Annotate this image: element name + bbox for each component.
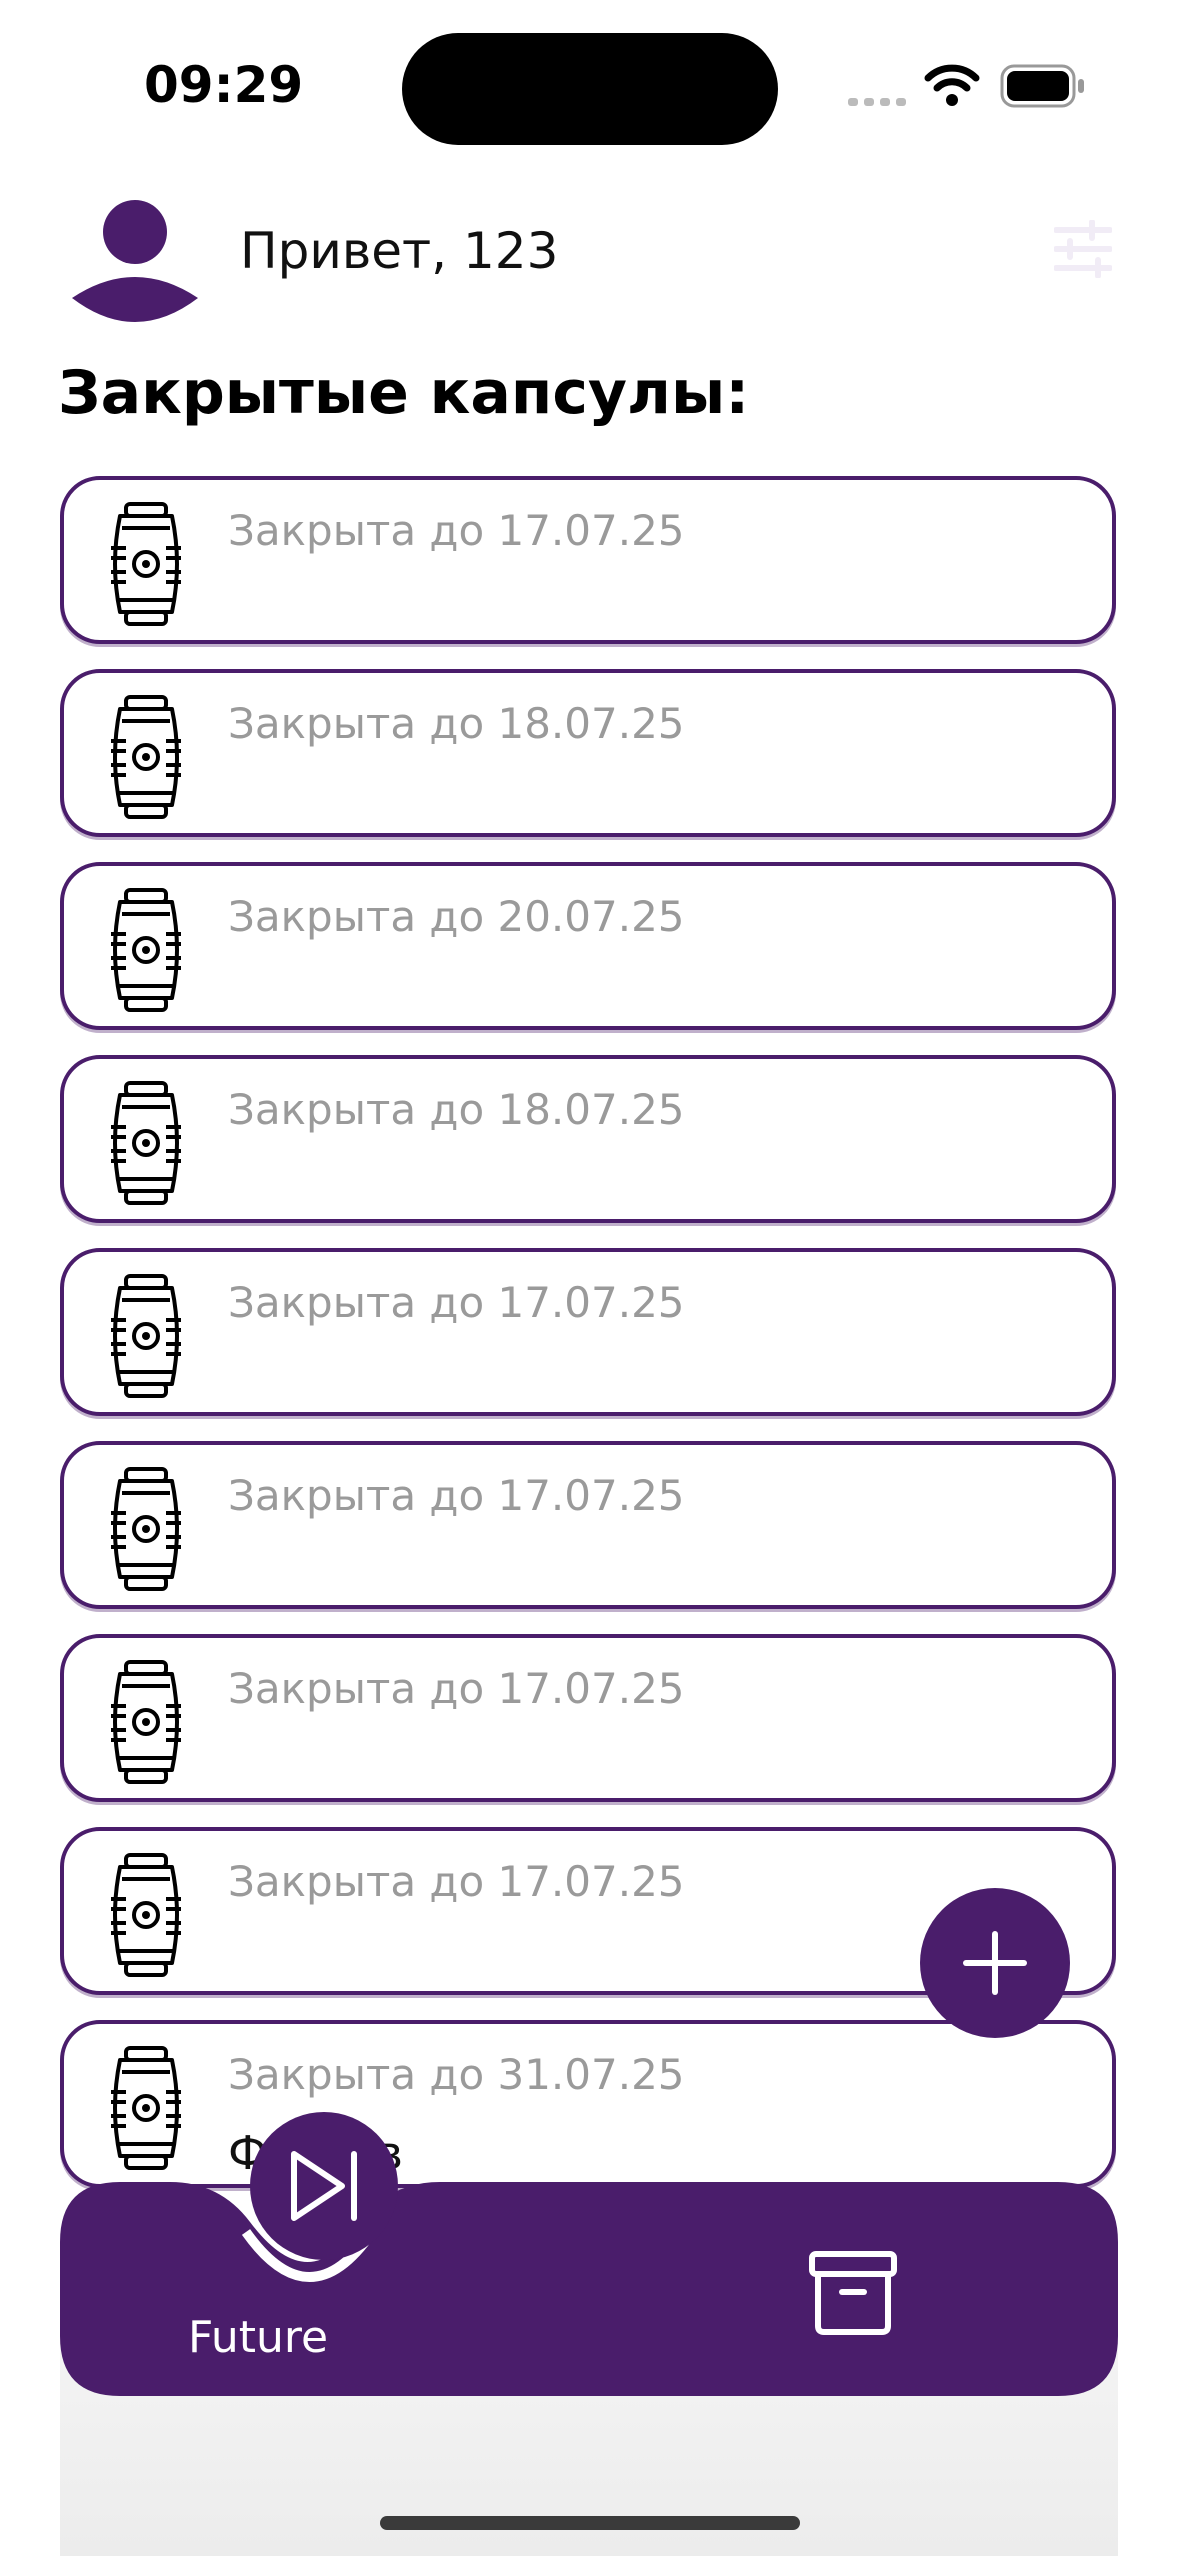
battery-icon [1000,64,1084,108]
lantern-icon [111,1467,181,1591]
capsule-date-label: Закрыта до 17.07.25 [228,1471,685,1520]
home-indicator [380,2516,800,2530]
dynamic-island [402,33,778,145]
capsule-date-label: Закрыта до 20.07.25 [228,892,685,941]
capsule-date-label: Закрыта до 17.07.25 [228,1664,685,1713]
capsule-date-label: Закрыта до 17.07.25 [228,506,685,555]
capsule-card[interactable]: Закрыта до 31.07.25 Фо...ыв [60,2020,1116,2188]
archive-icon[interactable] [808,2248,898,2338]
tab-future[interactable] [250,2112,398,2260]
lantern-icon [111,1853,181,1977]
capsule-card[interactable]: Закрыта до 18.07.25 [60,1055,1116,1223]
plus-icon [963,1931,1027,1995]
capsule-date-label: Закрыта до 18.07.25 [228,1085,685,1134]
avatar[interactable] [70,198,200,330]
cellular-signal-icon [848,98,906,106]
capsule-card[interactable]: Закрыта до 17.07.25 [60,476,1116,644]
wifi-icon [924,64,980,106]
lantern-icon [111,1274,181,1398]
capsule-date-label: Закрыта до 31.07.25 [228,2050,685,2099]
capsule-card[interactable]: Закрыта до 17.07.25 [60,1634,1116,1802]
lantern-icon [111,1660,181,1784]
capsule-card[interactable]: Закрыта до 17.07.25 [60,1441,1116,1609]
lantern-icon [111,888,181,1012]
lantern-icon [111,2046,181,2170]
page-title: Закрытые капсулы: [58,358,750,428]
capsule-date-label: Закрыта до 17.07.25 [228,1857,685,1906]
status-time: 09:29 [144,56,304,114]
capsule-date-label: Закрыта до 17.07.25 [228,1278,685,1327]
capsule-card[interactable]: Закрыта до 20.07.25 [60,862,1116,1030]
capsule-card[interactable]: Закрыта до 18.07.25 [60,669,1116,837]
greeting-text: Привет, 123 [240,222,559,280]
lantern-icon [111,1081,181,1205]
add-capsule-button[interactable] [920,1888,1070,2038]
capsule-card[interactable]: Закрыта до 17.07.25 [60,1248,1116,1416]
tab-future-label[interactable]: Future [188,2312,328,2363]
filter-sliders-icon[interactable] [1054,220,1112,278]
skip-forward-icon [291,2151,357,2221]
capsule-date-label: Закрыта до 18.07.25 [228,699,685,748]
lantern-icon [111,695,181,819]
lantern-icon [111,502,181,626]
